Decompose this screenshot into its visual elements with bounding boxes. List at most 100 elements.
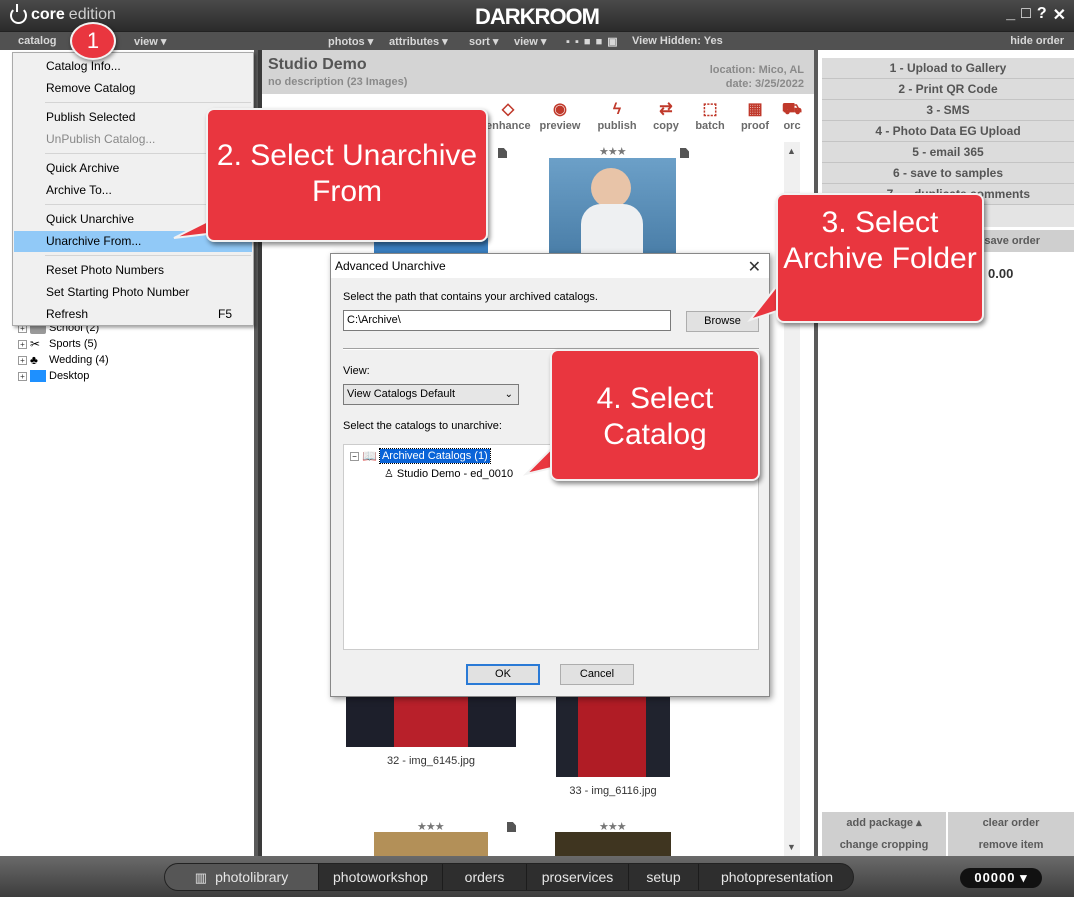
tree-node-studio-demo[interactable]: ♙ Studio Demo - ed_0010 xyxy=(384,467,514,481)
photo-thumbnail[interactable] xyxy=(346,697,516,747)
close-icon[interactable]: ✕ xyxy=(748,256,761,280)
brand-title: DARKROOM xyxy=(475,4,600,29)
sports-icon: ✂ xyxy=(30,337,41,351)
photo-thumbnail[interactable] xyxy=(555,832,671,856)
menu-bar: catalog view ▾ photos ▾ attributes ▾ sor… xyxy=(0,32,1074,50)
chevron-down-icon: ⌄ xyxy=(504,389,513,400)
tree-node-archived-catalogs[interactable]: − 📖 Archived Catalogs (1) xyxy=(350,448,491,464)
menu-left-view[interactable]: view ▾ xyxy=(134,35,166,48)
clear-order-button[interactable]: clear order xyxy=(948,812,1074,834)
tool-batch[interactable]: ⬚ batch xyxy=(692,100,728,132)
view-select-value: View Catalogs Default xyxy=(347,388,456,400)
menu-photos[interactable]: photos ▾ xyxy=(328,35,373,48)
callout-step-4: 4. Select Catalog xyxy=(550,349,760,481)
tool-label: publish xyxy=(597,120,637,132)
view-label: View: xyxy=(343,365,370,377)
collapse-icon[interactable]: − xyxy=(350,451,359,461)
nav-photopresentation[interactable]: photopresentation xyxy=(699,864,855,890)
menu-item-label: Refresh xyxy=(46,307,89,321)
photo-caption: 33 - img_6116.jpg xyxy=(569,785,657,797)
view-hidden-toggle[interactable]: View Hidden: Yes xyxy=(632,35,723,47)
task-sms[interactable]: 3 - SMS xyxy=(822,100,1074,121)
path-prompt: Select the path that contains your archi… xyxy=(343,291,598,303)
tree-item-desktop[interactable]: + Desktop xyxy=(18,368,109,384)
tree-item-wedding[interactable]: + ♣ Wedding (4) xyxy=(18,352,109,368)
maximize-button[interactable]: □ xyxy=(1021,5,1031,25)
nav-photoworkshop[interactable]: photoworkshop xyxy=(319,864,443,890)
callout-step-2: 2. Select Unarchive From xyxy=(206,108,488,242)
thumbnail-size-selector[interactable]: ▪ ▪ ■ ■ ▣ xyxy=(566,35,619,48)
tool-label: proof xyxy=(740,120,770,132)
minimize-button[interactable]: _ xyxy=(1006,5,1015,25)
tree-node-label: Studio Demo - ed_0010 xyxy=(396,467,514,480)
change-cropping-button[interactable]: change cropping xyxy=(822,834,946,856)
catalog-tree: + School (2) + ✂ Sports (5) + ♣ Wedding (4) +… xyxy=(18,320,109,384)
menu-item-set-starting-number[interactable]: Set Starting Photo Number xyxy=(14,282,252,303)
tool-order[interactable]: ⛟ orc xyxy=(780,100,804,132)
catalog-meta: location: Mico, AL date: 3/25/2022 xyxy=(710,63,804,91)
order-pane: 1 - Upload to Gallery 2 - Print QR Code … xyxy=(814,50,1074,856)
photo-caption: 32 - img_6145.jpg xyxy=(386,755,476,767)
task-print-qr[interactable]: 2 - Print QR Code xyxy=(822,79,1074,100)
menu-item-remove-catalog[interactable]: Remove Catalog xyxy=(14,78,252,99)
scroll-down-icon[interactable]: ▼ xyxy=(787,842,796,852)
ok-button[interactable]: OK xyxy=(466,664,540,685)
tool-enhance[interactable]: ◇ enhance xyxy=(486,100,531,132)
expand-icon[interactable]: + xyxy=(18,355,27,365)
file-icon xyxy=(498,148,507,158)
menu-item-reset-photo-numbers[interactable]: Reset Photo Numbers xyxy=(14,260,252,281)
bottom-bar: ▥ photolibrary photoworkshop orders prose… xyxy=(0,856,1074,897)
photo-thumbnail[interactable] xyxy=(556,697,670,777)
menu-sort[interactable]: sort ▾ xyxy=(469,35,498,48)
view-select[interactable]: View Catalogs Default ⌄ xyxy=(343,384,519,405)
cancel-button[interactable]: Cancel xyxy=(560,664,634,685)
menu-catalog[interactable]: catalog xyxy=(18,35,57,47)
file-icon xyxy=(507,822,516,832)
title-bar: core edition DARKROOM _ □ ? ✕ xyxy=(0,0,1074,32)
tool-copy[interactable]: ⇄ copy xyxy=(648,100,684,132)
remove-item-button[interactable]: remove item xyxy=(948,834,1074,856)
catalog-header: Studio Demo no description (23 Images) l… xyxy=(262,50,814,94)
tool-proof[interactable]: ▦ proof xyxy=(738,100,772,132)
tool-label: copy xyxy=(653,120,679,132)
menu-item-refresh[interactable]: Refresh F5 xyxy=(14,304,252,325)
dialog-title: Advanced Unarchive xyxy=(335,259,446,273)
photo-rating: ★★★ xyxy=(599,146,627,158)
tool-label: orc xyxy=(783,120,801,132)
nav-photolibrary[interactable]: ▥ photolibrary xyxy=(165,864,319,890)
catalog-location: location: Mico, AL xyxy=(709,64,804,76)
menu-separator xyxy=(45,255,251,256)
nav-setup[interactable]: setup xyxy=(629,864,699,890)
expand-icon[interactable]: + xyxy=(18,339,27,349)
add-package-button[interactable]: add package ▴ xyxy=(822,812,946,834)
tree-item-label: Sports (5) xyxy=(49,338,98,350)
order-total: 0.00 xyxy=(988,266,1014,281)
nav-label: photolibrary xyxy=(215,869,289,885)
photo-thumbnail[interactable] xyxy=(549,158,676,254)
expand-icon[interactable]: + xyxy=(18,371,27,381)
lightning-icon: ϟ xyxy=(612,101,622,118)
batch-icon: ⬚ xyxy=(702,101,718,118)
select-catalogs-prompt: Select the catalogs to unarchive: xyxy=(343,420,502,432)
tree-item-sports[interactable]: + ✂ Sports (5) xyxy=(18,336,109,352)
menu-item-catalog-info[interactable]: Catalog Info... xyxy=(14,56,252,77)
order-counter[interactable]: 00000 ▾ xyxy=(960,868,1042,888)
tree-item-label: Wedding (4) xyxy=(49,354,109,366)
task-photo-data-upload[interactable]: 4 - Photo Data EG Upload xyxy=(822,121,1074,142)
close-button[interactable]: ✕ xyxy=(1053,5,1066,25)
menu-view[interactable]: view ▾ xyxy=(514,35,546,48)
tool-preview[interactable]: ◉ preview xyxy=(536,100,584,132)
tool-publish[interactable]: ϟ publish xyxy=(594,100,640,132)
cart-icon: ⛟ xyxy=(781,101,803,118)
archive-path-input[interactable]: C:\Archive\ xyxy=(343,310,671,331)
photo-thumbnail[interactable] xyxy=(374,832,488,856)
nav-orders[interactable]: orders xyxy=(443,864,527,890)
task-email-365[interactable]: 5 - email 365 xyxy=(822,142,1074,163)
task-save-samples[interactable]: 6 - save to samples xyxy=(822,163,1074,184)
scroll-up-icon[interactable]: ▲ xyxy=(787,146,796,156)
hide-order-link[interactable]: hide order xyxy=(1010,35,1064,47)
help-button[interactable]: ? xyxy=(1037,5,1047,25)
task-upload-gallery[interactable]: 1 - Upload to Gallery xyxy=(822,58,1074,79)
menu-attributes[interactable]: attributes ▾ xyxy=(389,35,448,48)
nav-proservices[interactable]: proservices xyxy=(527,864,629,890)
